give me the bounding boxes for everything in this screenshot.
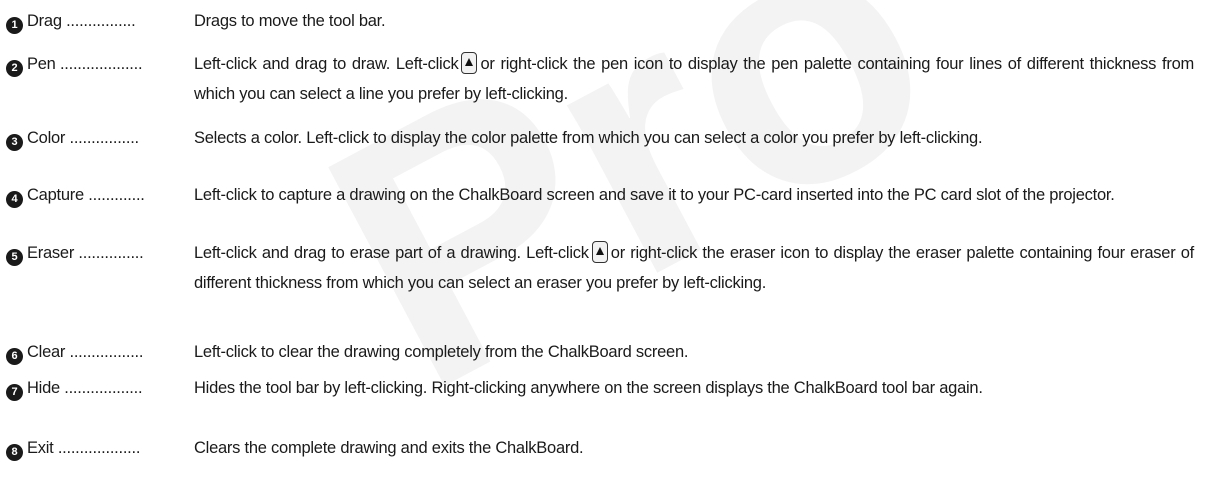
term: 6 Clear ................. bbox=[6, 340, 194, 365]
number-badge: 3 bbox=[6, 134, 23, 151]
number-badge: 2 bbox=[6, 60, 23, 77]
term-label: Capture ............. bbox=[27, 186, 145, 204]
term: 5 Eraser ............... bbox=[6, 241, 194, 266]
description: Selects a color. Left-click to display t… bbox=[194, 129, 983, 147]
number-badge: 1 bbox=[6, 17, 23, 34]
number-badge: 8 bbox=[6, 444, 23, 461]
description: Left-click and drag to draw. Left-click o… bbox=[194, 49, 1194, 109]
number-badge: 7 bbox=[6, 384, 23, 401]
triangle-button-icon bbox=[461, 52, 478, 74]
term-label: Drag ................ bbox=[27, 12, 136, 30]
number-badge: 6 bbox=[6, 348, 23, 365]
description: Left-click and drag to erase part of a d… bbox=[194, 238, 1194, 298]
term: 8 Exit ................... bbox=[6, 436, 194, 461]
term: 7 Hide .................. bbox=[6, 376, 194, 401]
term: 2 Pen ................... bbox=[6, 52, 194, 77]
term-label: Exit ................... bbox=[27, 439, 141, 457]
term: 3 Color ................ bbox=[6, 126, 194, 151]
number-badge: 4 bbox=[6, 191, 23, 208]
description: Drags to move the tool bar. bbox=[194, 12, 386, 30]
term-label: Eraser ............... bbox=[27, 244, 144, 262]
description: Hides the tool bar by left-clicking. Rig… bbox=[194, 379, 983, 397]
term: 4 Capture ............. bbox=[6, 183, 194, 208]
description: Left-click to clear the drawing complete… bbox=[194, 343, 689, 361]
term: 1 Drag ................ bbox=[6, 9, 194, 34]
triangle-button-icon bbox=[591, 241, 608, 263]
number-badge: 5 bbox=[6, 249, 23, 266]
description-text: Left-click and drag to draw. Left-click bbox=[194, 55, 459, 73]
term-label: Clear ................. bbox=[27, 343, 144, 361]
description: Clears the complete drawing and exits th… bbox=[194, 439, 584, 457]
description: Left-click to capture a drawing on the C… bbox=[194, 186, 1115, 204]
term-label: Hide .................. bbox=[27, 379, 143, 397]
term-label: Color ................ bbox=[27, 129, 139, 147]
term-label: Pen ................... bbox=[27, 55, 143, 73]
description-text: Left-click and drag to erase part of a d… bbox=[194, 244, 589, 262]
